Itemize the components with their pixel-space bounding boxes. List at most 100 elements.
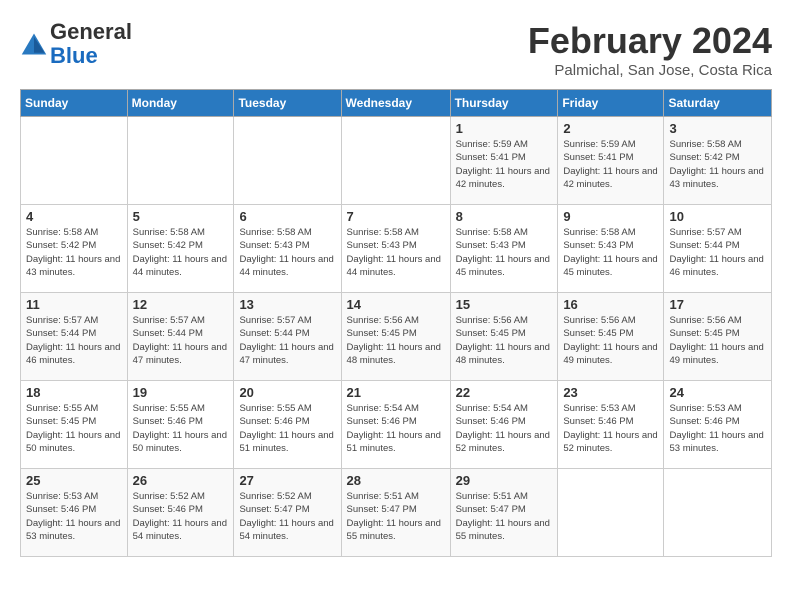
day-number: 5 — [133, 209, 229, 224]
calendar-cell: 22Sunrise: 5:54 AM Sunset: 5:46 PM Dayli… — [450, 381, 558, 469]
day-info: Sunrise: 5:55 AM Sunset: 5:46 PM Dayligh… — [133, 402, 229, 455]
day-info: Sunrise: 5:52 AM Sunset: 5:46 PM Dayligh… — [133, 490, 229, 543]
calendar-cell: 21 Sunrise: 5:54 AM Sunset: 5:46 PM Dayli… — [341, 381, 450, 469]
day-info: Sunrise: 5:54 AM Sunset: 5:46 PM Dayligh… — [347, 402, 445, 455]
page-header: GeneralBlue February 2024 Palmichal, San… — [20, 20, 772, 79]
calendar-week-4: 18 Sunrise: 5:55 AM Sunset: 5:45 PM Dayli… — [21, 381, 772, 469]
day-number: 17 — [669, 297, 766, 312]
calendar-cell: 8 Sunrise: 5:58 AM Sunset: 5:43 PM Daylig… — [450, 205, 558, 293]
calendar-table: SundayMondayTuesdayWednesdayThursdayFrid… — [20, 89, 772, 557]
calendar-cell: 3 Sunrise: 5:58 AM Sunset: 5:42 PM Daylig… — [664, 117, 772, 205]
calendar-cell: 6Sunrise: 5:58 AM Sunset: 5:43 PM Daylig… — [234, 205, 341, 293]
day-number: 25 — [26, 473, 122, 488]
day-info: Sunrise: 5:58 AM Sunset: 5:42 PM Dayligh… — [26, 226, 122, 279]
day-number: 11 — [26, 297, 122, 312]
calendar-header-row: SundayMondayTuesdayWednesdayThursdayFrid… — [21, 90, 772, 117]
calendar-cell: 9 Sunrise: 5:58 AM Sunset: 5:43 PM Daylig… — [558, 205, 664, 293]
day-info: Sunrise: 5:58 AM Sunset: 5:43 PM Dayligh… — [563, 226, 658, 279]
day-info: Sunrise: 5:58 AM Sunset: 5:43 PM Dayligh… — [456, 226, 553, 279]
day-number: 2 — [563, 121, 658, 136]
day-info: Sunrise: 5:58 AM Sunset: 5:42 PM Dayligh… — [669, 138, 766, 191]
calendar-cell: 19 Sunrise: 5:55 AM Sunset: 5:46 PM Dayli… — [127, 381, 234, 469]
calendar-week-2: 4 Sunrise: 5:58 AM Sunset: 5:42 PM Daylig… — [21, 205, 772, 293]
day-info: Sunrise: 5:59 AM Sunset: 5:41 PM Dayligh… — [456, 138, 553, 191]
day-info: Sunrise: 5:58 AM Sunset: 5:43 PM Dayligh… — [347, 226, 445, 279]
header-monday: Monday — [127, 90, 234, 117]
day-info: Sunrise: 5:56 AM Sunset: 5:45 PM Dayligh… — [456, 314, 553, 367]
calendar-cell: 28 Sunrise: 5:51 AM Sunset: 5:47 PM Dayli… — [341, 469, 450, 557]
calendar-cell: 4 Sunrise: 5:58 AM Sunset: 5:42 PM Daylig… — [21, 205, 128, 293]
location: Palmichal, San Jose, Costa Rica — [528, 62, 772, 79]
day-info: Sunrise: 5:58 AM Sunset: 5:42 PM Dayligh… — [133, 226, 229, 279]
day-number: 4 — [26, 209, 122, 224]
calendar-cell: 11 Sunrise: 5:57 AM Sunset: 5:44 PM Dayli… — [21, 293, 128, 381]
calendar-cell: 2 Sunrise: 5:59 AM Sunset: 5:41 PM Daylig… — [558, 117, 664, 205]
calendar-cell: 15 Sunrise: 5:56 AM Sunset: 5:45 PM Dayli… — [450, 293, 558, 381]
day-number: 20 — [239, 385, 335, 400]
calendar-week-3: 11 Sunrise: 5:57 AM Sunset: 5:44 PM Dayli… — [21, 293, 772, 381]
day-number: 1 — [456, 121, 553, 136]
day-number: 3 — [669, 121, 766, 136]
title-block: February 2024 Palmichal, San Jose, Costa… — [528, 20, 772, 79]
day-info: Sunrise: 5:51 AM Sunset: 5:47 PM Dayligh… — [456, 490, 553, 543]
day-number: 24 — [669, 385, 766, 400]
calendar-cell: 23Sunrise: 5:53 AM Sunset: 5:46 PM Dayli… — [558, 381, 664, 469]
month-title: February 2024 — [528, 20, 772, 62]
calendar-cell: 5 Sunrise: 5:58 AM Sunset: 5:42 PM Daylig… — [127, 205, 234, 293]
day-number: 15 — [456, 297, 553, 312]
header-friday: Friday — [558, 90, 664, 117]
day-number: 14 — [347, 297, 445, 312]
day-info: Sunrise: 5:55 AM Sunset: 5:45 PM Dayligh… — [26, 402, 122, 455]
day-number: 9 — [563, 209, 658, 224]
day-info: Sunrise: 5:55 AM Sunset: 5:46 PM Dayligh… — [239, 402, 335, 455]
day-info: Sunrise: 5:56 AM Sunset: 5:45 PM Dayligh… — [347, 314, 445, 367]
header-thursday: Thursday — [450, 90, 558, 117]
logo-icon — [20, 30, 48, 58]
calendar-cell — [664, 469, 772, 557]
calendar-cell — [558, 469, 664, 557]
day-info: Sunrise: 5:59 AM Sunset: 5:41 PM Dayligh… — [563, 138, 658, 191]
day-info: Sunrise: 5:57 AM Sunset: 5:44 PM Dayligh… — [26, 314, 122, 367]
day-number: 18 — [26, 385, 122, 400]
day-number: 10 — [669, 209, 766, 224]
calendar-cell: 16Sunrise: 5:56 AM Sunset: 5:45 PM Dayli… — [558, 293, 664, 381]
calendar-cell: 10Sunrise: 5:57 AM Sunset: 5:44 PM Dayli… — [664, 205, 772, 293]
day-number: 26 — [133, 473, 229, 488]
day-number: 28 — [347, 473, 445, 488]
day-number: 12 — [133, 297, 229, 312]
calendar-cell — [21, 117, 128, 205]
day-number: 27 — [239, 473, 335, 488]
header-tuesday: Tuesday — [234, 90, 341, 117]
calendar-cell: 18 Sunrise: 5:55 AM Sunset: 5:45 PM Dayli… — [21, 381, 128, 469]
header-sunday: Sunday — [21, 90, 128, 117]
logo: GeneralBlue — [20, 20, 132, 68]
day-info: Sunrise: 5:53 AM Sunset: 5:46 PM Dayligh… — [669, 402, 766, 455]
day-number: 21 — [347, 385, 445, 400]
header-saturday: Saturday — [664, 90, 772, 117]
day-number: 19 — [133, 385, 229, 400]
calendar-cell: 14 Sunrise: 5:56 AM Sunset: 5:45 PM Dayli… — [341, 293, 450, 381]
day-number: 22 — [456, 385, 553, 400]
calendar-cell: 12 Sunrise: 5:57 AM Sunset: 5:44 PM Dayli… — [127, 293, 234, 381]
day-info: Sunrise: 5:57 AM Sunset: 5:44 PM Dayligh… — [133, 314, 229, 367]
day-info: Sunrise: 5:56 AM Sunset: 5:45 PM Dayligh… — [669, 314, 766, 367]
calendar-cell: 27 Sunrise: 5:52 AM Sunset: 5:47 PM Dayli… — [234, 469, 341, 557]
calendar-cell: 20 Sunrise: 5:55 AM Sunset: 5:46 PM Dayli… — [234, 381, 341, 469]
day-info: Sunrise: 5:57 AM Sunset: 5:44 PM Dayligh… — [239, 314, 335, 367]
day-info: Sunrise: 5:52 AM Sunset: 5:47 PM Dayligh… — [239, 490, 335, 543]
day-info: Sunrise: 5:53 AM Sunset: 5:46 PM Dayligh… — [563, 402, 658, 455]
day-number: 29 — [456, 473, 553, 488]
day-info: Sunrise: 5:53 AM Sunset: 5:46 PM Dayligh… — [26, 490, 122, 543]
calendar-cell: 26 Sunrise: 5:52 AM Sunset: 5:46 PM Dayli… — [127, 469, 234, 557]
day-number: 8 — [456, 209, 553, 224]
day-info: Sunrise: 5:58 AM Sunset: 5:43 PM Dayligh… — [239, 226, 335, 279]
calendar-week-5: 25 Sunrise: 5:53 AM Sunset: 5:46 PM Dayli… — [21, 469, 772, 557]
day-info: Sunrise: 5:56 AM Sunset: 5:45 PM Dayligh… — [563, 314, 658, 367]
calendar-week-1: 1 Sunrise: 5:59 AM Sunset: 5:41 PM Daylig… — [21, 117, 772, 205]
header-wednesday: Wednesday — [341, 90, 450, 117]
day-info: Sunrise: 5:51 AM Sunset: 5:47 PM Dayligh… — [347, 490, 445, 543]
calendar-cell — [127, 117, 234, 205]
calendar-cell — [341, 117, 450, 205]
calendar-cell: 17 Sunrise: 5:56 AM Sunset: 5:45 PM Dayli… — [664, 293, 772, 381]
calendar-cell: 7Sunrise: 5:58 AM Sunset: 5:43 PM Daylig… — [341, 205, 450, 293]
